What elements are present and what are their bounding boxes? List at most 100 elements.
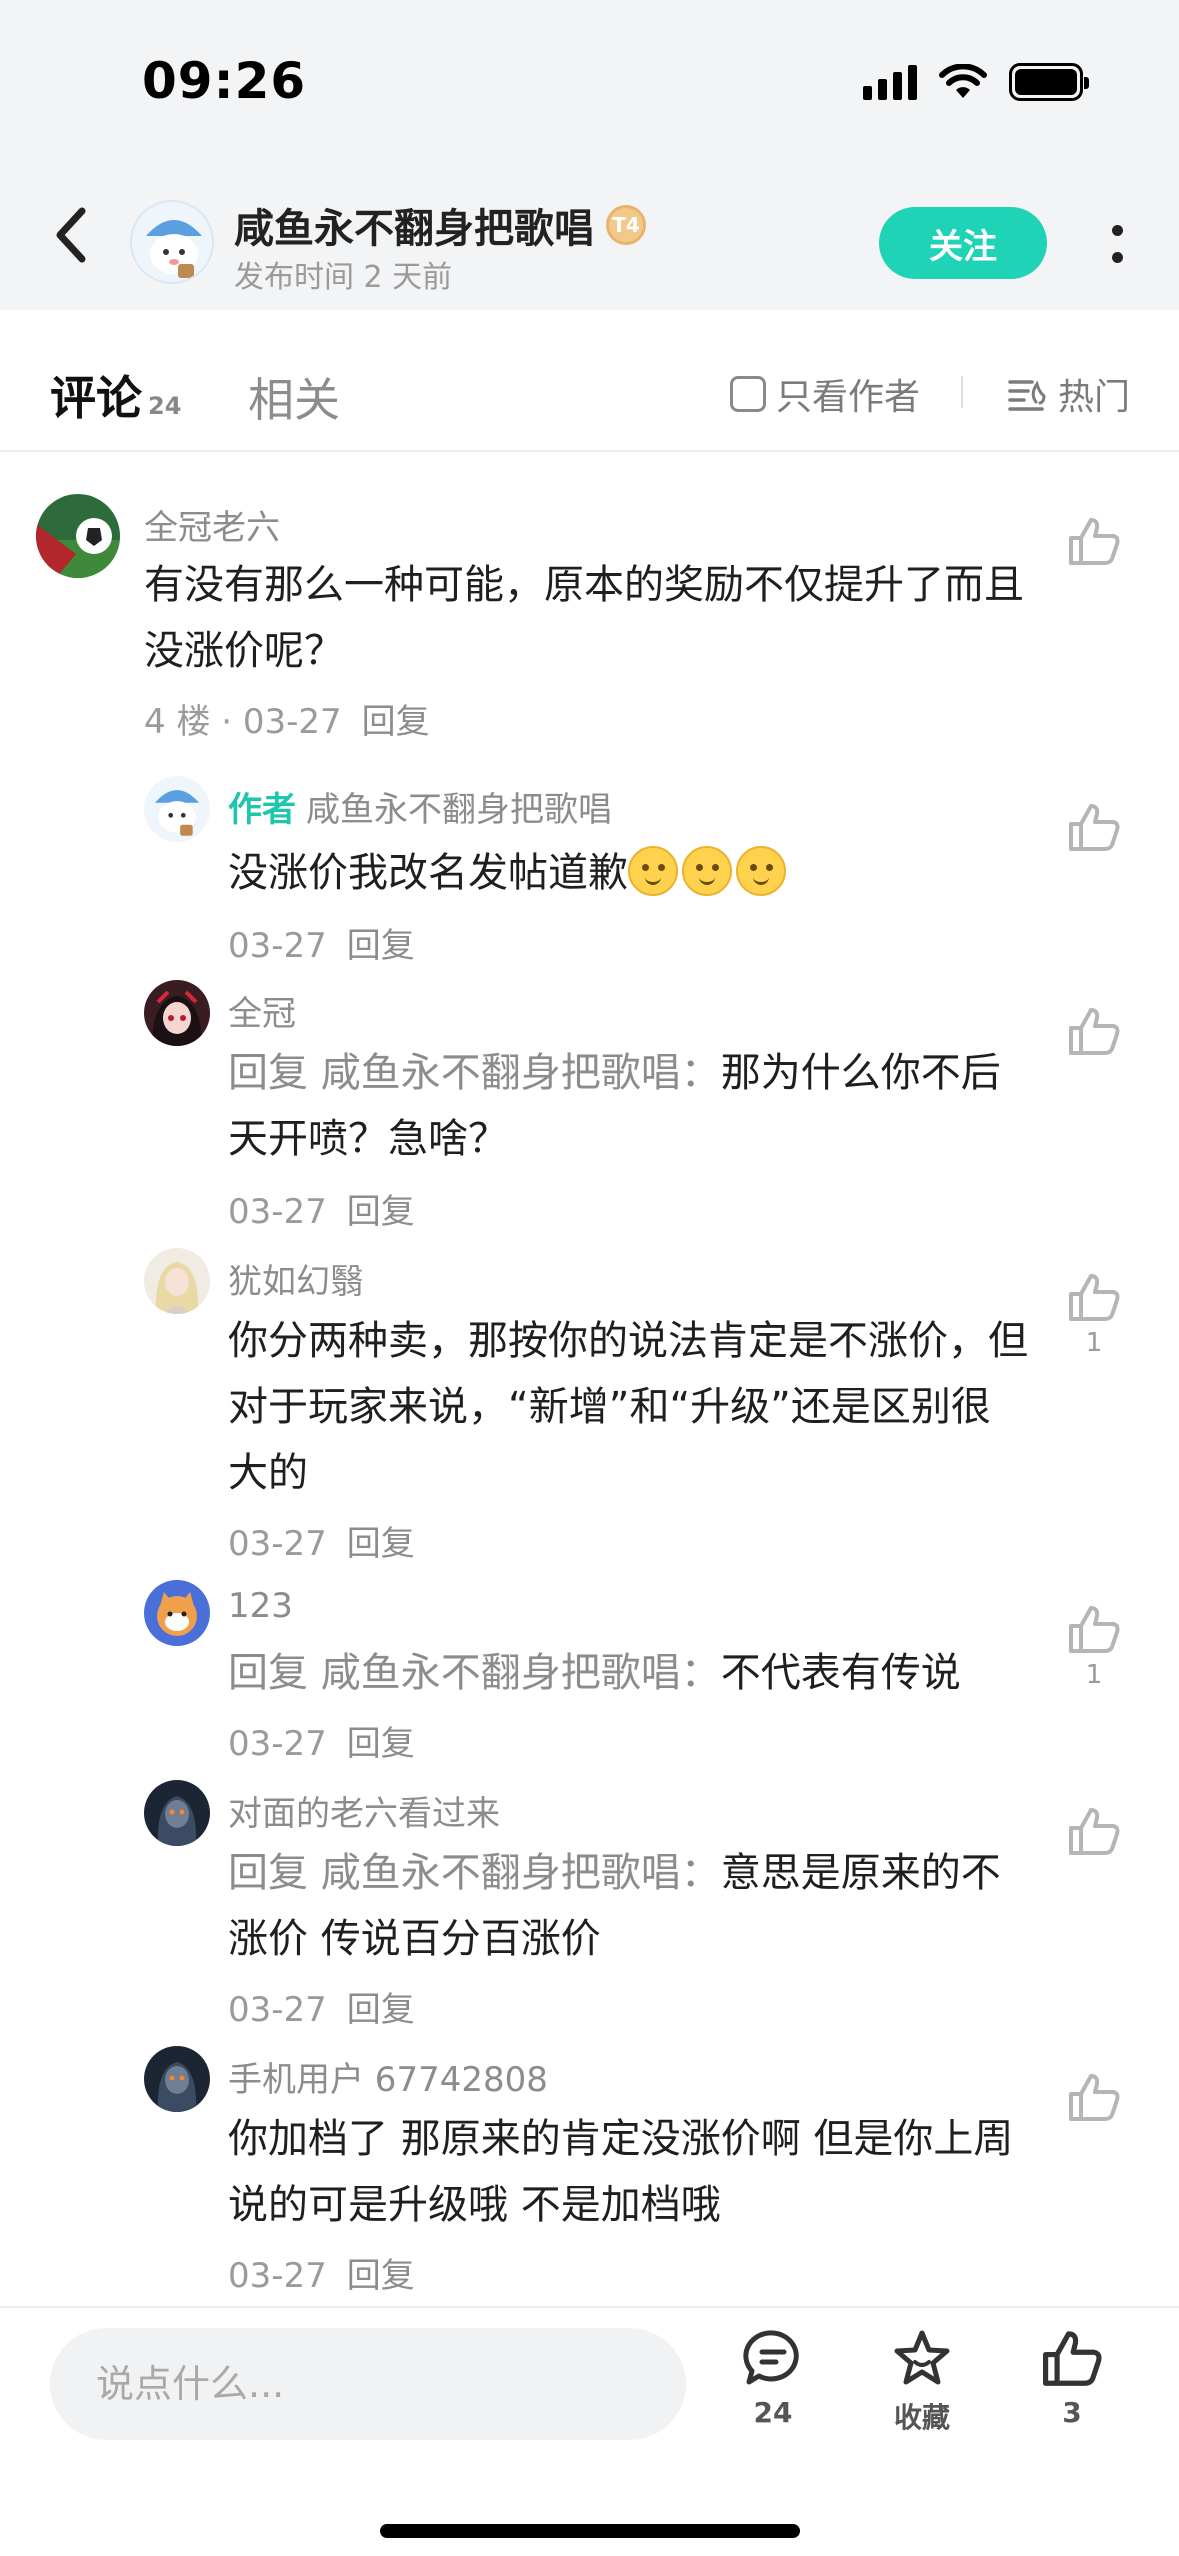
reply-date: 03-27: [228, 1192, 327, 1232]
back-arrow-icon: [56, 207, 86, 263]
avatar[interactable]: [144, 1248, 210, 1314]
avatar[interactable]: [144, 776, 210, 842]
thumbs-up-icon: [1043, 2331, 1102, 2386]
reply-button[interactable]: 回复: [347, 1724, 415, 1764]
reply-meta: 03-27 回复: [228, 918, 415, 967]
reply-username[interactable]: 手机用户 67742808: [228, 2052, 548, 2101]
reply-username[interactable]: 全冠: [228, 986, 296, 1035]
more-dots-icon: [1111, 225, 1123, 236]
tab-comments-count: 24: [148, 392, 182, 420]
reply-button[interactable]: 回复: [347, 1192, 415, 1232]
comment-tabs: 评论 24 相关 只看作者 热门: [0, 310, 1179, 452]
status-icons: [863, 62, 1089, 102]
comment-text: 有没有那么一种可能，原本的奖励不仅提升了而且没涨价呢？: [144, 562, 1024, 674]
reply-date: 03-27: [228, 2256, 327, 2296]
reply-text: 你分两种卖，那按你的说法肯定是不涨价，但对于玩家来说，“新增”和“升级”还是区别…: [228, 1318, 1028, 1496]
reply-to-prefix[interactable]: 回复 咸鱼永不翻身把歌唱：: [228, 1050, 721, 1096]
reply-date: 03-27: [228, 1524, 327, 1564]
reply-button[interactable]: 回复: [347, 1524, 415, 1564]
like-button[interactable]: 1: [1066, 1604, 1122, 1690]
like-count: 1: [1085, 1328, 1103, 1358]
avatar[interactable]: [144, 1780, 210, 1846]
signal-icon: [863, 64, 917, 100]
thumbs-up-icon: [1069, 1808, 1120, 1855]
level-badge: T4: [606, 205, 646, 245]
reply-meta: 03-27 回复: [228, 2248, 415, 2297]
reply-to-prefix[interactable]: 回复 咸鱼永不翻身把歌唱：: [228, 1850, 721, 1896]
sort-label: 热门: [1058, 377, 1131, 418]
comment-username[interactable]: 全冠老六: [144, 500, 280, 549]
sort-hot-button[interactable]: 热门: [1006, 368, 1130, 420]
only-author-toggle[interactable]: 只看作者: [730, 368, 920, 420]
comment-input[interactable]: [50, 2328, 686, 2440]
post-like-button[interactable]: 3: [1024, 2328, 1120, 2448]
author-tag: 作者: [228, 790, 296, 830]
thumbs-up-icon: [1069, 2074, 1120, 2121]
reply-text: 回复 咸鱼永不翻身把歌唱：不代表有传说: [228, 1640, 1028, 1706]
bottom-bar: 24 收藏 3: [0, 2306, 1179, 2556]
reply-meta: 03-27 回复: [228, 1716, 415, 1765]
like-button[interactable]: [1066, 1006, 1122, 1062]
like-count: 1: [1085, 1660, 1103, 1690]
status-time: 09:26: [142, 52, 307, 110]
like-button[interactable]: [1066, 2072, 1122, 2128]
tab-related[interactable]: 相关: [248, 364, 340, 430]
smile-emoji-icon: [736, 846, 786, 896]
divider: [961, 376, 963, 408]
avatar[interactable]: [144, 980, 210, 1046]
post-header: 咸鱼永不翻身把歌唱 T4 发布时间 2 天前 关注: [0, 160, 1179, 310]
reply-text-body: 不代表有传说: [720, 1650, 961, 1696]
reply-button[interactable]: 回复: [347, 2256, 415, 2296]
reply-username[interactable]: 对面的老六看过来: [228, 1786, 500, 1835]
comments-button[interactable]: 24: [725, 2328, 821, 2448]
follow-button[interactable]: 关注: [879, 207, 1047, 279]
reply-date: 03-27: [228, 1724, 327, 1764]
thumbs-up-icon: [1069, 1008, 1120, 1055]
more-options-button[interactable]: [1100, 212, 1134, 276]
comment-bubble-icon: [743, 2330, 799, 2385]
smile-emoji-icon: [628, 846, 678, 896]
thumbs-up-icon: [1069, 804, 1120, 851]
comment-meta: 4 楼 · 03-27 回复: [144, 694, 430, 743]
reply-to-prefix[interactable]: 回复 咸鱼永不翻身把歌唱：: [228, 1650, 721, 1696]
home-indicator[interactable]: [380, 2524, 800, 2538]
thumbs-up-icon: [1069, 1606, 1120, 1653]
reply-text: 没涨价我改名发帖道歉: [228, 840, 1028, 906]
avatar[interactable]: [144, 2046, 210, 2112]
reply-button[interactable]: 回复: [347, 926, 415, 966]
avatar[interactable]: [144, 1580, 210, 1646]
thumbs-up-icon: [1069, 518, 1120, 565]
tab-comments[interactable]: 评论 24: [50, 362, 181, 428]
reply-text: 回复 咸鱼永不翻身把歌唱：那为什么你不后天开喷？急啥？: [228, 1040, 1028, 1172]
like-button[interactable]: [1066, 516, 1122, 572]
favorite-button[interactable]: 收藏: [874, 2328, 970, 2448]
like-button[interactable]: [1066, 802, 1122, 858]
reply-meta: 03-27 回复: [228, 1516, 415, 1565]
post-time: 发布时间 2 天前: [234, 260, 453, 295]
like-button[interactable]: [1066, 1806, 1122, 1862]
author-name[interactable]: 咸鱼永不翻身把歌唱 T4: [234, 196, 646, 254]
reply-text: 回复 咸鱼永不翻身把歌唱：意思是原来的不涨价 传说百分百涨价: [228, 1840, 1028, 1972]
back-button[interactable]: [40, 200, 100, 270]
reply-meta: 03-27 回复: [228, 1982, 415, 2031]
avatar[interactable]: [36, 494, 120, 578]
reply-date: 03-27: [228, 1990, 327, 2030]
reply-username-text: 咸鱼永不翻身把歌唱: [306, 790, 612, 830]
battery-icon: [1009, 63, 1089, 101]
post-like-count: 3: [1062, 2396, 1082, 2429]
like-button[interactable]: 1: [1066, 1272, 1122, 1358]
comments-count: 24: [753, 2396, 793, 2429]
author-name-text: 咸鱼永不翻身把歌唱: [234, 206, 594, 252]
reply-username[interactable]: 犹如幻翳: [228, 1254, 364, 1303]
reply-username[interactable]: 作者 咸鱼永不翻身把歌唱: [228, 782, 612, 831]
only-author-label: 只看作者: [776, 377, 921, 418]
reply-button[interactable]: 回复: [362, 702, 430, 742]
reply-username[interactable]: 123: [228, 1586, 293, 1626]
star-icon: [894, 2330, 950, 2385]
sort-hot-icon: [1008, 380, 1046, 411]
wifi-icon: [939, 64, 987, 98]
reply-text: 你加档了 那原来的肯定没涨价啊 但是你上周说的可是升级哦 不是加档哦: [228, 2116, 1014, 2228]
reply-button[interactable]: 回复: [347, 1990, 415, 2030]
reply-text-body: 没涨价我改名发帖道歉: [228, 850, 628, 896]
author-avatar[interactable]: [130, 200, 214, 284]
